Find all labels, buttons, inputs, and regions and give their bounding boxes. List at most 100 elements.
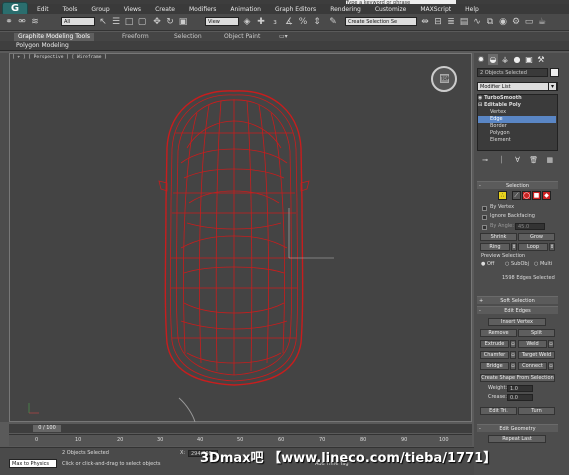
crease-spinner[interactable]: 0.0: [507, 394, 533, 401]
loop-spinner[interactable]: ⇕: [549, 243, 555, 251]
stack-item-editable-poly[interactable]: ⊟ Editable Poly: [478, 102, 556, 109]
pivot-center-icon[interactable]: ◈: [242, 16, 252, 28]
chamfer-settings-button[interactable]: ▫: [510, 351, 516, 359]
stack-item-vertex[interactable]: Vertex: [478, 109, 556, 116]
remove-button[interactable]: Remove: [480, 329, 517, 337]
tab-object-paint[interactable]: Object Paint: [224, 33, 260, 41]
graphite-toggle-icon[interactable]: ▤: [459, 16, 469, 28]
edit-edges-rollout-header[interactable]: - Edit Edges: [477, 306, 558, 314]
edit-tri-button[interactable]: Edit Tri.: [480, 407, 517, 415]
ribbon-options-icon[interactable]: ▭▾: [279, 33, 288, 41]
show-end-result-icon[interactable]: ⏐: [497, 155, 506, 165]
remove-modifier-icon[interactable]: 🗑: [529, 155, 538, 165]
split-button[interactable]: Split: [518, 329, 555, 337]
render-production-icon[interactable]: ☕: [537, 16, 547, 28]
unlink-icon[interactable]: ⚮: [17, 16, 27, 28]
select-scale-icon[interactable]: ▣: [178, 16, 188, 28]
preview-multi-radio[interactable]: ○ Multi: [534, 261, 552, 268]
extrude-button[interactable]: Extrude: [480, 340, 509, 348]
edit-named-selection-icon[interactable]: ✎: [328, 16, 338, 28]
angle-snap-icon[interactable]: ∡: [284, 16, 294, 28]
snaps-toggle-icon[interactable]: ₃: [270, 16, 280, 28]
car-wireframe-mesh[interactable]: [9, 53, 472, 422]
configure-modifier-sets-icon[interactable]: ▦: [545, 155, 554, 165]
polygon-modeling-panel[interactable]: Polygon Modeling: [16, 42, 69, 49]
chevron-down-icon[interactable]: ▾: [548, 82, 557, 91]
create-shape-button[interactable]: Create Shape From Selection: [480, 374, 555, 382]
grow-button[interactable]: Grow: [518, 233, 555, 241]
shrink-button[interactable]: Shrink: [480, 233, 517, 241]
weld-settings-button[interactable]: ▫: [548, 340, 554, 348]
weight-spinner[interactable]: 1.0: [507, 385, 533, 392]
ignore-backfacing-checkbox[interactable]: [482, 215, 487, 220]
preview-off-radio[interactable]: ● Off: [481, 261, 494, 268]
display-tab-icon[interactable]: ▣: [524, 54, 534, 65]
polygon-mode-icon[interactable]: ■: [532, 191, 541, 200]
reference-coordinate-dropdown[interactable]: View: [205, 17, 239, 26]
schematic-view-icon[interactable]: ⧉: [485, 16, 495, 28]
preview-subobj-radio[interactable]: ○ SubObj: [505, 261, 529, 268]
create-tab-icon[interactable]: ✹: [476, 54, 486, 65]
modify-tab-icon[interactable]: ◒: [488, 54, 498, 65]
tab-graphite-modeling-tools[interactable]: Graphite Modeling Tools: [14, 33, 95, 41]
repeat-last-button[interactable]: Repeat Last: [488, 435, 546, 443]
ring-spinner[interactable]: ⇕: [511, 243, 517, 251]
utilities-tab-icon[interactable]: ⚒: [536, 54, 546, 65]
bridge-settings-button[interactable]: ▫: [510, 362, 516, 370]
element-mode-icon[interactable]: ◆: [542, 191, 551, 200]
stack-item-edge[interactable]: Edge: [478, 116, 556, 123]
select-rotate-icon[interactable]: ↻: [165, 16, 175, 28]
select-move-icon[interactable]: ✥: [152, 16, 162, 28]
time-slider[interactable]: [9, 424, 472, 433]
connect-button[interactable]: Connect: [518, 362, 547, 370]
extrude-settings-button[interactable]: ▫: [510, 340, 516, 348]
selection-region-icon[interactable]: □: [124, 16, 134, 28]
tab-selection[interactable]: Selection: [174, 33, 202, 41]
chamfer-button[interactable]: Chamfer: [480, 351, 509, 359]
ring-button[interactable]: Ring: [480, 243, 510, 251]
motion-tab-icon[interactable]: ●: [512, 54, 522, 65]
render-setup-icon[interactable]: ⚙: [511, 16, 521, 28]
by-angle-spinner[interactable]: 45.0: [515, 223, 545, 230]
select-object-icon[interactable]: ↖: [98, 16, 108, 28]
weld-button[interactable]: Weld: [518, 340, 547, 348]
connect-settings-button[interactable]: ▫: [548, 362, 554, 370]
link-icon[interactable]: ⚭: [4, 16, 14, 28]
pin-stack-icon[interactable]: ⊸: [481, 155, 490, 165]
material-editor-icon[interactable]: ◉: [498, 16, 508, 28]
stack-item-element[interactable]: Element: [478, 137, 556, 144]
modifier-list-dropdown[interactable]: Modifier List: [477, 82, 558, 91]
hierarchy-tab-icon[interactable]: ⚶: [500, 54, 510, 65]
vertex-mode-icon[interactable]: ∴: [498, 191, 507, 200]
bridge-button[interactable]: Bridge: [480, 362, 509, 370]
selection-rollout-header[interactable]: - Selection: [477, 181, 558, 189]
rendered-frame-icon[interactable]: ▭: [524, 16, 534, 28]
edge-mode-icon[interactable]: ⟋: [512, 191, 521, 200]
stack-item-border[interactable]: Border: [478, 123, 556, 130]
mirror-icon[interactable]: ⇹: [420, 16, 430, 28]
select-manipulate-icon[interactable]: ✚: [256, 16, 266, 28]
turn-button[interactable]: Turn: [518, 407, 555, 415]
curve-editor-icon[interactable]: ∿: [472, 16, 482, 28]
soft-selection-rollout-header[interactable]: + Soft Selection: [477, 296, 558, 304]
object-color-swatch[interactable]: [550, 68, 559, 77]
window-crossing-icon[interactable]: ▢: [137, 16, 147, 28]
spinner-snap-icon[interactable]: ⇕: [312, 16, 322, 28]
percent-snap-icon[interactable]: %: [298, 16, 308, 28]
object-name-field[interactable]: 2 Objects Selected: [477, 68, 548, 77]
named-selection-set-dropdown[interactable]: Create Selection Se: [345, 17, 417, 26]
selection-filter-dropdown[interactable]: All: [61, 17, 95, 26]
layer-manager-icon[interactable]: ≣: [446, 16, 456, 28]
tab-freeform[interactable]: Freeform: [122, 33, 149, 41]
loop-button[interactable]: Loop: [518, 243, 548, 251]
bind-space-warp-icon[interactable]: ≋: [30, 16, 40, 28]
by-vertex-checkbox[interactable]: [482, 206, 487, 211]
border-mode-icon[interactable]: ◯: [522, 191, 531, 200]
align-icon[interactable]: ⊟: [433, 16, 443, 28]
stack-item-turbosmooth[interactable]: ◉ TurboSmooth: [478, 95, 556, 102]
edit-geometry-rollout-header[interactable]: - Edit Geometry: [477, 424, 558, 432]
insert-vertex-button[interactable]: Insert Vertex: [488, 318, 546, 326]
time-slider-handle[interactable]: 0 / 100: [33, 425, 61, 432]
by-angle-checkbox[interactable]: [482, 225, 487, 230]
select-by-name-icon[interactable]: ☰: [111, 16, 121, 28]
